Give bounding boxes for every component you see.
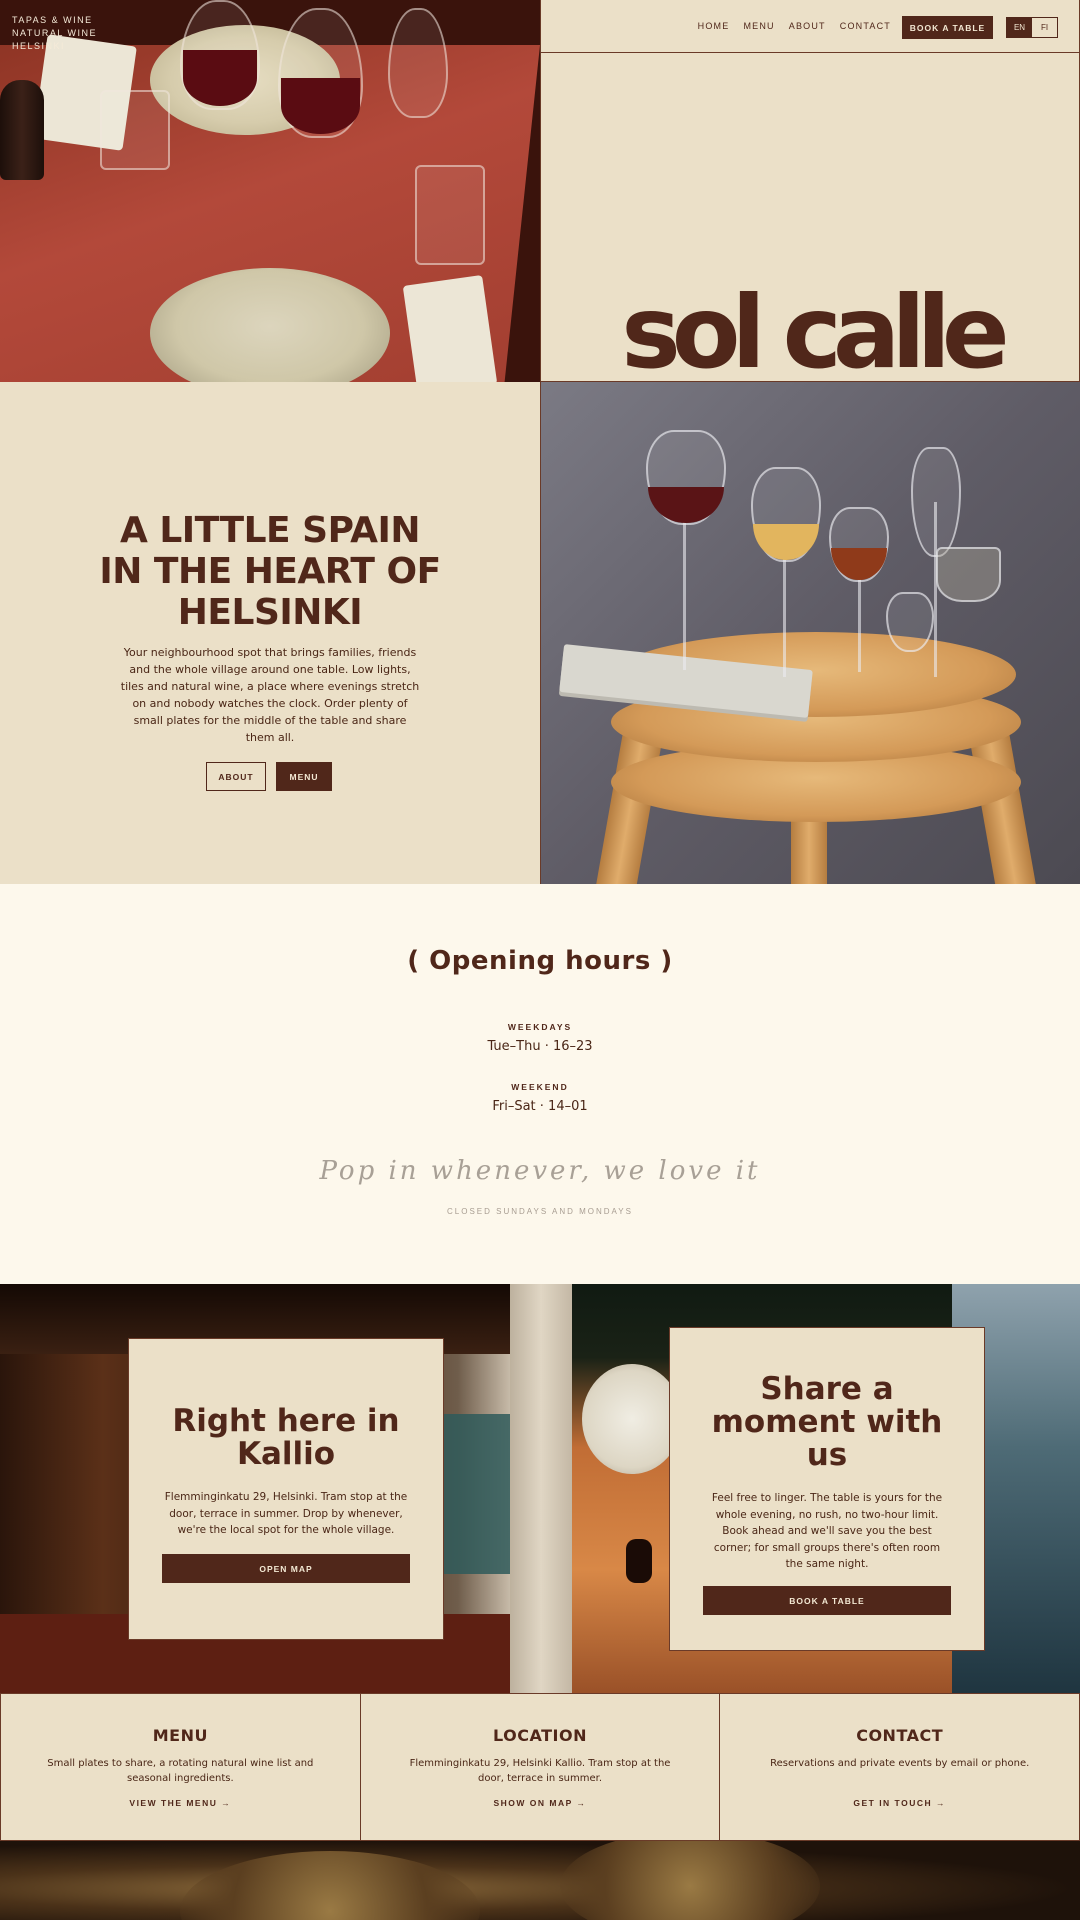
lang-fi-button[interactable]: FI (1032, 18, 1057, 37)
intro-title-line-1: A LITTLE SPAIN (119, 510, 421, 551)
hours-script-tagline: Pop in whenever, we love it (319, 1156, 761, 1186)
brand-logo[interactable]: sol calle (541, 283, 1080, 383)
intro-section: A LITTLE SPAIN IN THE HEART OF HELSINKI … (0, 382, 540, 884)
info-column-contact: CONTACT Reservations and private events … (720, 1694, 1080, 1840)
lang-en-button[interactable]: EN (1007, 18, 1032, 37)
menu-button[interactable]: MENU (276, 762, 332, 791)
kicker-line-1: TAPAS & WINE (12, 15, 93, 25)
info-menu-text: Small plates to share, a rotating natura… (47, 1758, 314, 1784)
weekend-hours: Fri–Sat · 14–01 (492, 1099, 588, 1114)
footer-photo (0, 1841, 1080, 1920)
intro-title-line-2: IN THE HEART OF (99, 551, 441, 592)
opening-hours-title: ( Opening hours ) (407, 946, 673, 976)
nav-link-menu[interactable]: MENU (743, 21, 774, 31)
nav-link-contact[interactable]: CONTACT (840, 21, 891, 31)
card-book-table-button[interactable]: BOOK A TABLE (703, 1586, 951, 1615)
nav-book-table-button[interactable]: BOOK A TABLE (902, 16, 993, 39)
info-contact-text: Reservations and private events by email… (770, 1758, 1030, 1769)
intro-title-line-3: HELSINKI (177, 592, 363, 633)
info-menu-title: MENU (152, 1726, 208, 1745)
open-map-button[interactable]: OPEN MAP (162, 1554, 410, 1583)
location-card-title: Right here in Kallio (172, 1403, 400, 1472)
nav-link-home[interactable]: HOME (698, 21, 730, 31)
about-button[interactable]: ABOUT (206, 762, 266, 791)
booking-card-text: Feel free to linger. The table is yours … (711, 1492, 943, 1570)
language-switcher: EN FI (1006, 17, 1058, 38)
brand-panel: HOME MENU ABOUT CONTACT BOOK A TABLE EN … (540, 0, 1080, 383)
table-setting-photo (0, 0, 540, 382)
top-navigation: HOME MENU ABOUT CONTACT BOOK A TABLE EN … (541, 0, 1080, 53)
closed-days-note: CLOSED SUNDAYS AND MONDAYS (447, 1207, 633, 1216)
info-column-menu: MENU Small plates to share, a rotating n… (0, 1694, 361, 1840)
weekdays-label: WEEKDAYS (507, 1022, 573, 1032)
info-column-location: LOCATION Flemminginkatu 29, Helsinki Kal… (361, 1694, 721, 1840)
info-location-text: Flemminginkatu 29, Helsinki Kallio. Tram… (409, 1758, 671, 1784)
booking-card: Share a moment with us Feel free to ling… (669, 1327, 985, 1651)
info-contact-title: CONTACT (856, 1726, 944, 1745)
weekend-label: WEEKEND (511, 1082, 569, 1092)
hero-section: TAPAS & WINE NATURAL WINE HELSINKI HOME … (0, 0, 1080, 383)
kicker-line-3: HELSINKI (12, 41, 66, 51)
opening-hours-section: ( Opening hours ) WEEKDAYS Tue–Thu · 16–… (0, 884, 1080, 1284)
intro-description: Your neighbourhood spot that brings fami… (120, 646, 420, 744)
intro-title: A LITTLE SPAIN IN THE HEART OF HELSINKI (60, 510, 480, 633)
nav-links: HOME MENU ABOUT CONTACT (698, 21, 891, 31)
booking-card-title: Share a moment with us (711, 1371, 943, 1473)
nav-link-about[interactable]: ABOUT (789, 21, 826, 31)
get-in-touch-link[interactable]: GET IN TOUCH → (720, 1798, 1079, 1808)
show-on-map-link[interactable]: SHOW ON MAP → (361, 1798, 720, 1808)
feature-band: Right here in Kallio Flemminginkatu 29, … (0, 1284, 1080, 1693)
info-location-title: LOCATION (493, 1726, 587, 1745)
info-columns: MENU Small plates to share, a rotating n… (0, 1693, 1080, 1841)
hero-kicker: TAPAS & WINE NATURAL WINE HELSINKI (12, 14, 97, 53)
location-card-text: Flemminginkatu 29, Helsinki. Tram stop a… (164, 1491, 408, 1536)
wine-glasses-photo (540, 382, 1080, 884)
weekdays-hours: Tue–Thu · 16–23 (487, 1039, 593, 1054)
location-card: Right here in Kallio Flemminginkatu 29, … (128, 1338, 444, 1640)
kicker-line-2: NATURAL WINE (12, 28, 98, 38)
view-menu-link[interactable]: VIEW THE MENU → (1, 1798, 360, 1808)
